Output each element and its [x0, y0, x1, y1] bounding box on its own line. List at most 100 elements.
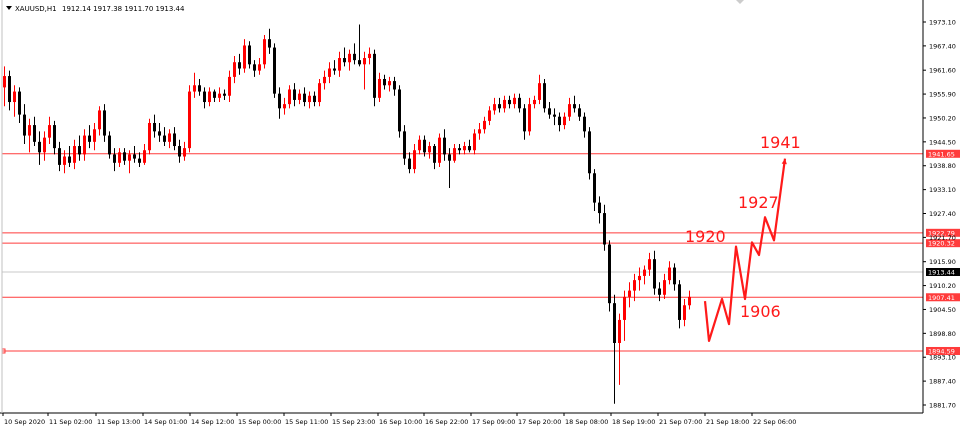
x-tick-label: 17 Sep 09:00 [472, 418, 515, 426]
x-tick-label: 21 Sep 18:00 [706, 418, 749, 426]
candle-body [138, 158, 141, 163]
candle-body [573, 104, 576, 109]
candle-body [18, 91, 21, 115]
candle-body [53, 125, 56, 149]
level-price-label: 1907.41 [928, 294, 955, 302]
candle-body [288, 89, 291, 105]
candle [588, 127, 591, 180]
y-tick-label: 1927.40 [929, 210, 956, 218]
candle [608, 240, 611, 312]
annotation-label: 1927 [738, 193, 779, 212]
candle-body [643, 269, 646, 276]
candle-body [653, 259, 656, 289]
y-tick-label: 1887.40 [929, 378, 956, 386]
x-tick-label: 15 Sep 00:00 [238, 418, 281, 426]
candle-body [578, 108, 581, 117]
x-tick-label: 14 Sep 12:00 [191, 418, 234, 426]
candle-body [268, 39, 271, 48]
candle-body [193, 85, 196, 92]
candle-body [88, 135, 91, 142]
candle-body [43, 137, 46, 153]
y-tick-label: 1950.20 [929, 114, 956, 122]
candle-body [583, 116, 586, 132]
candle-body [178, 146, 181, 157]
candle-body [398, 89, 401, 132]
candle-body [13, 91, 16, 103]
candle-body [38, 141, 41, 153]
candle-body [323, 76, 326, 84]
candle-body [263, 39, 266, 65]
candle-body [408, 158, 411, 170]
candle-body [563, 116, 566, 126]
candle-body [448, 154, 451, 161]
candle-body [333, 68, 336, 71]
candle-body [433, 146, 436, 163]
candle-body [353, 53, 356, 61]
candle-body [168, 133, 171, 142]
candle-body [388, 81, 391, 86]
candle-body [48, 125, 51, 138]
candle-body [198, 85, 201, 92]
candle-body [678, 284, 681, 320]
price-chart[interactable]: 1941.651922.791920.321907.411894.591913.… [0, 0, 960, 429]
candle-body [518, 97, 521, 109]
candle-body [348, 53, 351, 63]
candle-body [23, 114, 26, 136]
candle-body [358, 60, 361, 65]
candle-body [153, 122, 156, 132]
y-tick-label: 1881.70 [929, 402, 956, 410]
candle-body [623, 296, 626, 320]
candle-body [363, 58, 366, 65]
candle-body [443, 137, 446, 155]
ohlc-readout: 1912.14 1917.38 1911.70 1913.44 [62, 5, 185, 13]
candle-body [613, 303, 616, 343]
candle-body [488, 110, 491, 121]
y-tick-label: 1921.70 [929, 234, 956, 242]
candle-body [63, 156, 66, 165]
y-tick-label: 1910.20 [929, 282, 956, 290]
x-tick-label: 18 Sep 19:00 [612, 418, 655, 426]
chart-window: 1941.65 1922.79 1920.32 1907.41 1894.59 1913.… [0, 0, 960, 429]
candle [543, 78, 546, 113]
candle-body [493, 104, 496, 111]
candle-body [228, 76, 231, 96]
candle-body [173, 133, 176, 147]
candle-body [673, 267, 676, 285]
candle-body [143, 150, 146, 163]
candle-body [468, 146, 471, 151]
candle [398, 85, 401, 138]
candle-body [163, 135, 166, 142]
candle-body [8, 76, 11, 103]
annotation-label: 1906 [740, 302, 781, 321]
candle-body [338, 58, 341, 71]
candle-body [368, 53, 371, 59]
x-tick-label: 17 Sep 20:00 [518, 418, 561, 426]
x-tick-label: 18 Sep 08:00 [565, 418, 608, 426]
candle-body [548, 108, 551, 115]
candle-body [378, 78, 381, 98]
candle-body [108, 135, 111, 155]
candle-body [638, 275, 641, 281]
candle-body [483, 120, 486, 130]
x-tick-label: 11 Sep 13:00 [97, 418, 140, 426]
candle-body [258, 64, 261, 71]
y-tick-label: 1938.80 [929, 162, 956, 170]
x-tick-label: 15 Sep 11:00 [285, 418, 328, 426]
candle-body [3, 76, 6, 88]
candle-body [33, 125, 36, 142]
chart-background [0, 0, 960, 429]
candle-body [238, 62, 241, 69]
candle-body [253, 64, 256, 71]
candle-body [278, 93, 281, 109]
candle-body [513, 97, 516, 105]
candle-body [663, 280, 666, 295]
candle-body [588, 131, 591, 174]
y-tick-label: 1933.10 [929, 186, 956, 194]
annotation-label: 1920 [685, 227, 726, 246]
candle-body [648, 259, 651, 270]
candle-body [373, 53, 376, 98]
candle-body [243, 45, 246, 69]
candle-body [608, 244, 611, 304]
candle-body [103, 110, 106, 136]
candle-body [543, 83, 546, 109]
